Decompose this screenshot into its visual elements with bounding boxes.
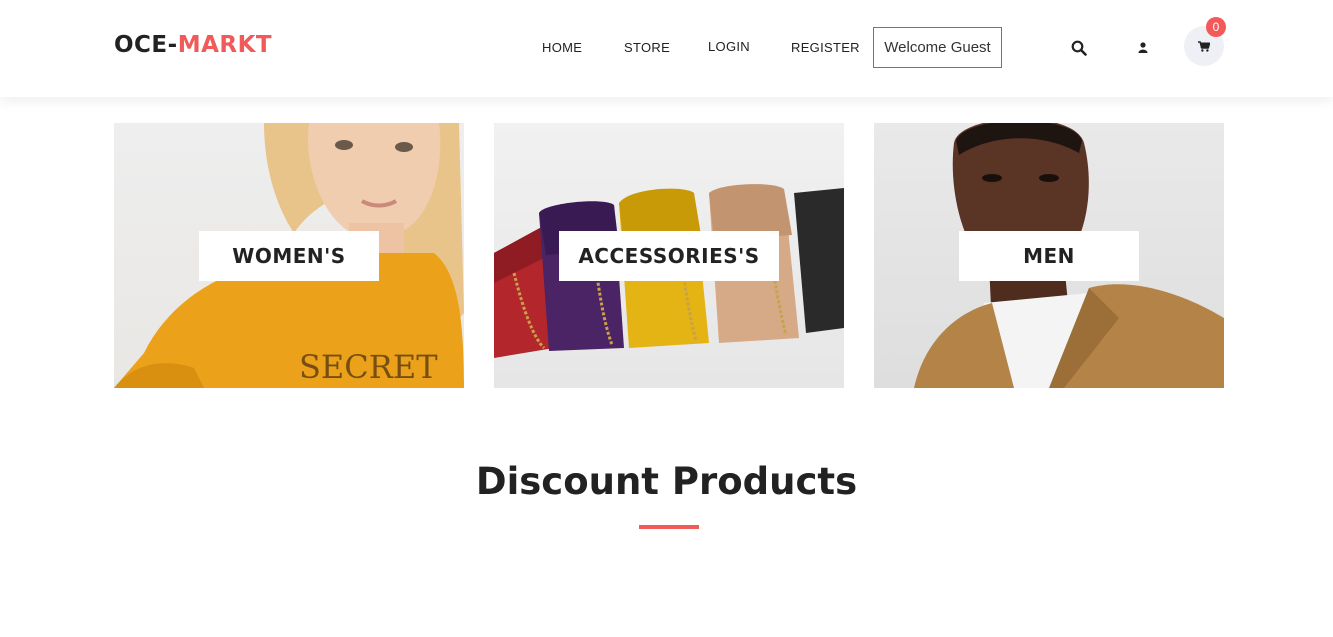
heading-underline-divider — [639, 525, 699, 529]
nav-home-link[interactable]: HOME — [542, 40, 582, 55]
site-header: OCE-MARKT HOME STORE LOGIN REGISTER Welc… — [0, 0, 1333, 97]
nav-login-link[interactable]: LOGIN — [708, 39, 750, 54]
site-logo[interactable]: OCE-MARKT — [114, 32, 272, 58]
cart-count-badge: 0 — [1206, 17, 1226, 37]
welcome-guest-box[interactable]: Welcome Guest — [873, 27, 1002, 68]
cart-icon — [1198, 40, 1210, 52]
svg-text:SECRET: SECRET — [299, 348, 438, 386]
womens-category-label: WOMEN'S — [199, 231, 379, 281]
user-icon — [1138, 41, 1148, 53]
category-card-womens[interactable]: SECRET WOMEN'S — [114, 123, 464, 388]
category-card-men[interactable]: MEN — [874, 123, 1224, 388]
men-category-label: MEN — [959, 231, 1139, 281]
nav-store-link[interactable]: STORE — [624, 40, 670, 55]
discount-products-heading: Discount Products — [475, 460, 858, 503]
logo-text-part2: MARKT — [177, 32, 273, 58]
nav-register-link[interactable]: REGISTER — [791, 40, 860, 55]
search-button[interactable] — [1066, 35, 1092, 61]
search-icon — [1071, 40, 1087, 56]
logo-text-part1: OCE- — [114, 32, 178, 58]
accessories-category-label: ACCESSORIES'S — [559, 231, 779, 281]
category-card-accessories[interactable]: ACCESSORIES'S — [494, 123, 844, 388]
account-button[interactable] — [1133, 37, 1153, 57]
